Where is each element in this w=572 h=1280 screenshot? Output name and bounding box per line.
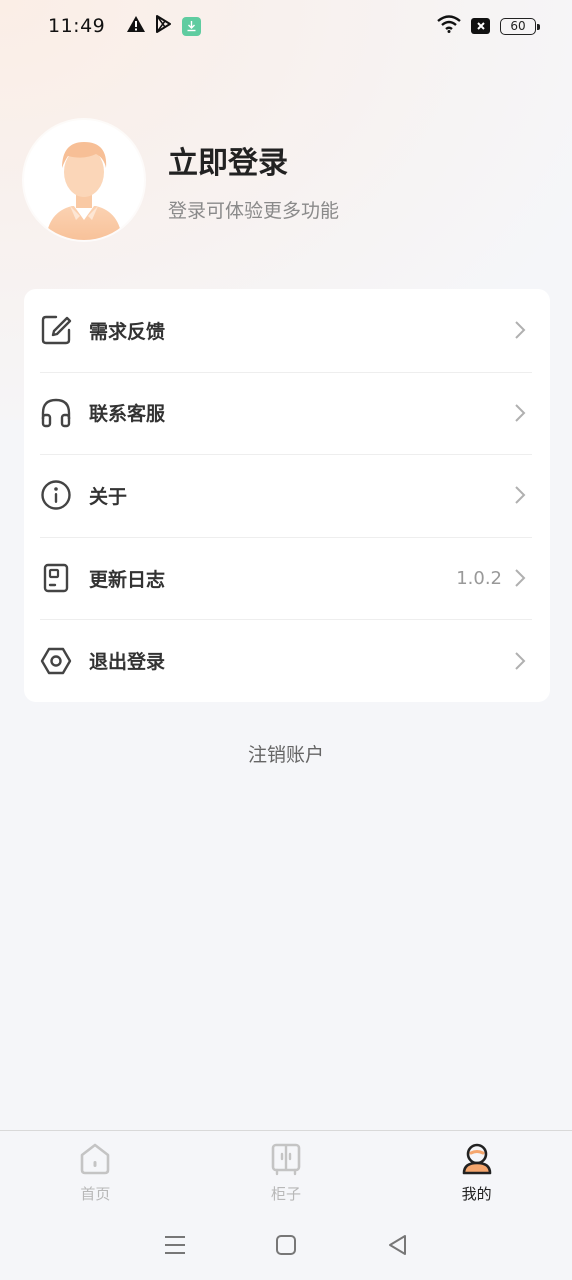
back-icon[interactable] (384, 1232, 410, 1258)
chevron-right-icon (514, 651, 528, 671)
cancel-account-link[interactable]: 注销账户 (0, 740, 572, 767)
menu-item-customer-service[interactable]: 联系客服 (24, 371, 550, 455)
menu-item-changelog[interactable]: 更新日志 1.0.2 (24, 536, 550, 620)
tab-cabinet[interactable]: 柜子 (191, 1131, 382, 1210)
info-icon (40, 479, 72, 511)
menu-item-feedback[interactable]: 需求反馈 (24, 289, 550, 372)
play-store-icon (155, 14, 172, 38)
no-sim-icon (471, 18, 490, 34)
battery-icon: 60 (500, 17, 540, 35)
profile-icon (459, 1141, 495, 1177)
tab-profile[interactable]: 我的 (381, 1131, 572, 1210)
status-system-icons: 60 (437, 14, 540, 38)
tab-home[interactable]: 首页 (0, 1131, 191, 1210)
menu-item-logout[interactable]: 退出登录 (24, 619, 550, 702)
menu-label-feedback: 需求反馈 (89, 320, 166, 343)
tab-label-home: 首页 (80, 1185, 111, 1203)
menu-label-changelog: 更新日志 (89, 568, 166, 591)
tab-label-cabinet: 柜子 (271, 1185, 302, 1203)
log-icon (40, 562, 72, 594)
system-navigation-bar (0, 1210, 572, 1280)
menu-label-about: 关于 (89, 485, 128, 508)
menu-item-about[interactable]: 关于 (24, 454, 550, 537)
edit-icon (40, 314, 72, 346)
login-subtitle: 登录可体验更多功能 (168, 199, 340, 222)
chevron-right-icon (514, 485, 528, 505)
home-icon (77, 1141, 113, 1177)
tab-label-profile: 我的 (461, 1185, 492, 1203)
menu-label-customer-service: 联系客服 (89, 403, 166, 426)
settings-menu-card: 需求反馈 联系客服 关于 更新日志 1.0.2 退出登录 (24, 289, 550, 702)
menu-label-logout: 退出登录 (89, 651, 166, 674)
home-button-icon[interactable] (273, 1232, 299, 1258)
status-bar: 11:49 60 (0, 0, 572, 52)
warning-icon (127, 15, 146, 37)
chevron-right-icon (514, 403, 528, 423)
version-value: 1.0.2 (456, 567, 502, 589)
menu-icon[interactable] (162, 1232, 188, 1258)
login-profile-header[interactable]: 立即登录 登录可体验更多功能 (24, 120, 524, 240)
status-time: 11:49 (48, 15, 106, 37)
logout-hexagon-icon (40, 645, 72, 677)
login-title[interactable]: 立即登录 (168, 138, 339, 182)
wifi-icon (437, 14, 461, 38)
chevron-right-icon (514, 320, 528, 340)
battery-level: 60 (510, 19, 526, 33)
download-icon (182, 16, 202, 36)
headphones-icon (40, 397, 72, 429)
status-notification-icons (127, 14, 202, 38)
profile-text[interactable]: 立即登录 登录可体验更多功能 (168, 138, 339, 223)
bottom-tab-bar: 首页 柜子 我的 (0, 1130, 572, 1210)
chevron-right-icon (514, 568, 528, 588)
cabinet-icon (268, 1141, 304, 1177)
avatar[interactable] (24, 120, 144, 240)
